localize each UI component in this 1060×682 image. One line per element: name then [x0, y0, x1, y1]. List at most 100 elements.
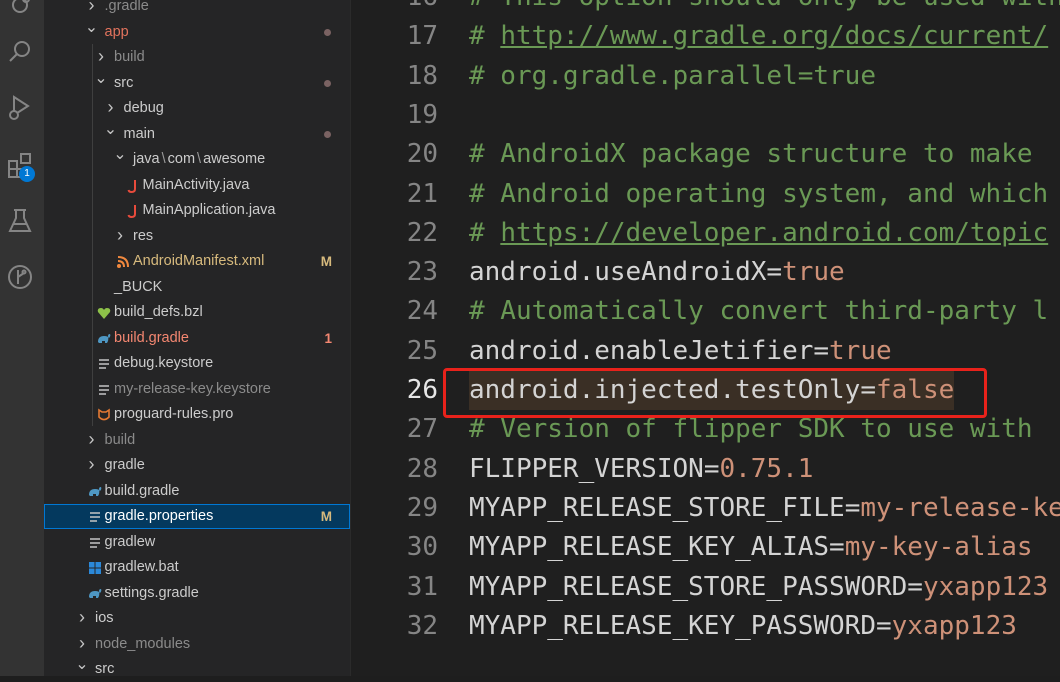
- tree-item-gradlew[interactable]: gradlew: [44, 530, 350, 555]
- source-control-icon[interactable]: [3, 0, 37, 22]
- tree-item-main[interactable]: ⌄ main: [44, 121, 350, 147]
- code-line[interactable]: 17 # http://www.gradle.org/docs/current/: [351, 17, 1060, 56]
- code-content: # AndroidX package structure to make: [469, 135, 1033, 174]
- tree-item-java-com-awesome[interactable]: ⌄ java \ com \ awesome: [44, 146, 350, 172]
- tree-item-build[interactable]: › build: [44, 45, 350, 70]
- code-content: # This option should only be used with: [469, 0, 1060, 17]
- code-line[interactable]: 18 # org.gradle.parallel=true: [351, 57, 1060, 96]
- tree-item-gradlew-bat[interactable]: gradlew.bat: [44, 555, 350, 580]
- code-content: FLIPPER_VERSION=0.75.1: [469, 450, 813, 489]
- tree-item-debug-keystore[interactable]: debug.keystore: [44, 351, 350, 376]
- chevron-right-icon[interactable]: ›: [113, 223, 127, 248]
- code-content: MYAPP_RELEASE_KEY_ALIAS=my-key-alias: [469, 528, 1033, 567]
- chevron-right-icon[interactable]: ›: [85, 427, 99, 452]
- line-number: 30: [406, 532, 438, 563]
- code-token: =: [907, 571, 923, 602]
- tree-item-label: build: [104, 431, 136, 448]
- code-line[interactable]: 21 # Android operating system, and which: [351, 175, 1060, 214]
- text-file-icon: [87, 509, 103, 525]
- text-file-icon: [87, 535, 103, 551]
- line-number: 24: [406, 296, 438, 327]
- code-line[interactable]: 19: [351, 96, 1060, 135]
- code-link[interactable]: https://developer.android.com/topic: [500, 218, 1048, 248]
- code-line[interactable]: 25 android.enableJetifier=true: [351, 332, 1060, 371]
- chevron-right-icon[interactable]: ›: [75, 605, 89, 630]
- tree-item-proguard-rules-pro[interactable]: proguard-rules.pro: [44, 402, 350, 427]
- tree-item-build-gradle[interactable]: build.gradle: [44, 479, 350, 504]
- gradle-file-icon: [87, 586, 103, 602]
- code-token: =: [813, 335, 830, 366]
- chevron-right-icon[interactable]: ›: [85, 452, 99, 477]
- tree-item-build-defs-bzl[interactable]: build_defs.bzl: [44, 300, 350, 325]
- code-token: my-key-alias: [844, 532, 1033, 563]
- code-line[interactable]: 22 # https://developer.android.com/topic: [351, 214, 1060, 253]
- git-graph-icon[interactable]: [3, 260, 37, 294]
- tree-item-src[interactable]: ⌄ src: [44, 70, 350, 96]
- code-token: MYAPP_RELEASE_KEY_PASSWORD: [469, 610, 876, 641]
- code-token: MYAPP_RELEASE_STORE_PASSWORD: [469, 571, 908, 602]
- chevron-down-icon[interactable]: ⌄: [85, 15, 99, 40]
- code-line[interactable]: 24 # Automatically convert third-party l: [351, 292, 1060, 331]
- tree-item-build[interactable]: › build: [44, 428, 350, 453]
- tree-item-label: settings.gradle: [104, 584, 199, 601]
- code-line[interactable]: 31 MYAPP_RELEASE_STORE_PASSWORD=yxapp123: [351, 568, 1060, 607]
- code-editor[interactable]: 16 # This option should only be used with…: [351, 0, 1060, 676]
- tree-item-node-modules[interactable]: › node_modules: [44, 632, 350, 657]
- tree-item-label: node_modules: [95, 635, 191, 652]
- java-file-icon: [125, 178, 141, 194]
- code-content: MYAPP_RELEASE_STORE_FILE=my-release-key: [469, 489, 1060, 528]
- code-content: # Android operating system, and which: [469, 175, 1048, 214]
- path-segment: java: [133, 151, 160, 167]
- tree-item-label: debug: [123, 100, 164, 116]
- code-line[interactable]: 16 # This option should only be used with: [351, 0, 1060, 17]
- highlight-annotation: [443, 368, 987, 418]
- code-line[interactable]: 20 # AndroidX package structure to make: [351, 135, 1060, 174]
- chevron-down-icon[interactable]: ⌄: [104, 117, 118, 142]
- tree-item-debug[interactable]: › debug: [44, 96, 350, 121]
- search-icon[interactable]: [3, 35, 37, 69]
- line-number: 29: [406, 492, 438, 523]
- tree-item-label: build.gradle: [114, 329, 189, 346]
- code-line[interactable]: 29 MYAPP_RELEASE_STORE_FILE=my-release-ke…: [351, 489, 1060, 528]
- line-number: 26: [406, 375, 438, 405]
- line-number: 32: [406, 610, 438, 641]
- chevron-down-icon[interactable]: ⌄: [75, 652, 89, 677]
- code-token: android.useAndroidX: [469, 257, 767, 288]
- tree-item-build-gradle[interactable]: build.gradle 1: [44, 326, 350, 351]
- tree-item-my-release-key-keystore[interactable]: my-release-key.keystore: [44, 377, 350, 402]
- chevron-down-icon[interactable]: ⌄: [113, 142, 127, 167]
- java-file-icon: [125, 203, 141, 219]
- tree-item-mainapplication-java[interactable]: MainApplication.java: [44, 198, 350, 223]
- code-content: # Automatically convert third-party l: [469, 292, 1048, 331]
- code-line[interactable]: 30 MYAPP_RELEASE_KEY_ALIAS=my-key-alias: [351, 528, 1060, 567]
- tree-item-mainactivity-java[interactable]: MainActivity.java: [44, 173, 350, 198]
- code-line[interactable]: 23 android.useAndroidX=true: [351, 253, 1060, 292]
- tree-item-label: .gradle: [104, 0, 149, 14]
- tree-item-label: gradlew.bat: [104, 559, 179, 575]
- tree-item-label: ios: [95, 610, 114, 626]
- line-number: 23: [406, 257, 438, 288]
- tree-item-gradle-properties[interactable]: gradle.properties M: [44, 504, 350, 529]
- tree-item-gradle[interactable]: › gradle: [44, 453, 350, 478]
- testing-icon[interactable]: [3, 204, 37, 238]
- line-number: 20: [406, 139, 438, 170]
- code-line[interactable]: 32 MYAPP_RELEASE_KEY_PASSWORD=yxapp123: [351, 607, 1060, 646]
- code-token: =: [703, 453, 720, 484]
- tree-item-ios[interactable]: › ios: [44, 606, 350, 631]
- chevron-down-icon[interactable]: ⌄: [94, 66, 108, 91]
- tree-item-androidmanifest-xml[interactable]: AndroidManifest.xml M: [44, 249, 350, 274]
- run-debug-icon[interactable]: [3, 90, 37, 124]
- tree-item-label: build_defs.bzl: [114, 304, 203, 320]
- code-link[interactable]: http://www.gradle.org/docs/current/: [500, 21, 1048, 51]
- modified-dot-icon: [324, 28, 331, 36]
- tree-item-buck[interactable]: _BUCK: [44, 275, 350, 300]
- tree-item-app[interactable]: ⌄ app: [44, 19, 350, 45]
- tree-item-label: java \ com \ awesome: [133, 147, 265, 172]
- git-status-badge: M: [320, 509, 332, 524]
- code-token: MYAPP_RELEASE_KEY_ALIAS: [469, 532, 830, 563]
- tree-item-settings-gradle[interactable]: settings.gradle: [44, 581, 350, 606]
- tree-item-src[interactable]: ⌄ src: [44, 656, 350, 682]
- tree-item-res[interactable]: › res: [44, 224, 350, 249]
- code-token: #: [469, 217, 501, 248]
- code-line[interactable]: 28 FLIPPER_VERSION=0.75.1: [351, 450, 1060, 489]
